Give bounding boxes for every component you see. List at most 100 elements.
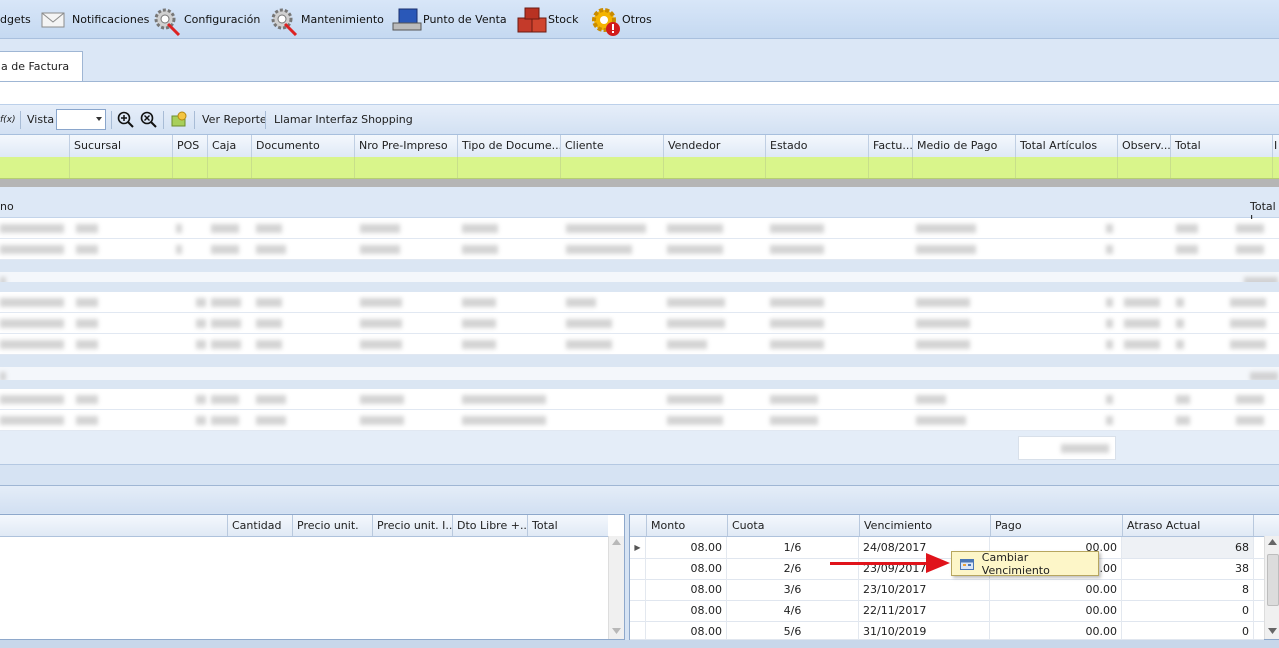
column-header-atraso-actual[interactable]: Atraso Actual <box>1122 515 1254 536</box>
filter-cell[interactable] <box>70 157 173 178</box>
ver-reporte-button[interactable]: Ver Reporte <box>202 105 267 134</box>
column-header-pago[interactable]: Pago <box>990 515 1122 536</box>
cell-pago[interactable]: 00.00 <box>990 579 1122 600</box>
cell-monto[interactable]: 08.00 <box>646 621 727 639</box>
column-header-precio-unit-iva[interactable]: Precio unit. I... <box>372 515 452 536</box>
vista-select[interactable] <box>56 109 106 130</box>
column-header-total[interactable]: Total <box>1171 135 1273 157</box>
table-row[interactable] <box>0 335 1279 355</box>
column-header-tipo-documento[interactable]: Tipo de Docume... <box>458 135 561 157</box>
column-header-cliente[interactable]: Cliente <box>561 135 664 157</box>
column-header-cuota[interactable]: Cuota <box>727 515 859 536</box>
column-header-nro-pre-impreso[interactable]: Nro Pre-Impreso <box>355 135 458 157</box>
filter-cell[interactable] <box>1016 157 1118 178</box>
column-header-vendedor[interactable]: Vendedor <box>664 135 766 157</box>
column-header-factura[interactable]: Factu... <box>869 135 913 157</box>
table-row[interactable]: 08.00 5/6 31/10/2019 00.00 0 <box>630 621 1264 640</box>
menu-otros[interactable]: Otros <box>590 0 652 38</box>
cell-pago[interactable]: 00.00 <box>990 621 1122 639</box>
menu-mantenimiento[interactable]: Mantenimiento <box>269 0 384 38</box>
filter-cell[interactable] <box>208 157 252 178</box>
zoom-in-button[interactable] <box>117 105 135 134</box>
column-header-precio-unit[interactable]: Precio unit. <box>292 515 372 536</box>
vertical-scrollbar[interactable] <box>1264 536 1279 639</box>
table-row[interactable] <box>0 314 1279 334</box>
cell-atraso[interactable]: 8 <box>1122 579 1254 600</box>
menu-punto-de-venta[interactable]: Punto de Venta <box>391 0 507 38</box>
cell-atraso[interactable]: 38 <box>1122 558 1254 579</box>
filter-cell[interactable] <box>252 157 355 178</box>
menu-notificaciones[interactable]: Notificaciones <box>40 0 149 38</box>
formula-button[interactable]: f(x) <box>0 105 16 134</box>
zoom-reset-button[interactable] <box>140 105 158 134</box>
vertical-scrollbar[interactable] <box>608 536 624 639</box>
table-row[interactable]: 08.00 4/6 22/11/2017 00.00 0 <box>630 600 1264 622</box>
filter-cell[interactable] <box>869 157 913 178</box>
column-header-total[interactable]: Total <box>527 515 608 536</box>
cell-monto[interactable]: 08.00 <box>646 600 727 621</box>
group-header-row[interactable]: no Total I <box>0 187 1279 226</box>
export-button[interactable] <box>170 105 188 134</box>
cell-atraso[interactable]: 0 <box>1122 621 1254 639</box>
filter-cell[interactable] <box>766 157 869 178</box>
table-row[interactable]: 08.00 3/6 23/10/2017 00.00 8 <box>630 579 1264 601</box>
grid-footer-summary <box>0 431 1279 465</box>
table-row[interactable] <box>0 219 1279 239</box>
menu-stock[interactable]: Stock <box>516 0 578 38</box>
filter-cell[interactable] <box>913 157 1016 178</box>
cell-vencimiento[interactable]: 22/11/2017 <box>859 600 990 621</box>
scroll-down-icon[interactable] <box>612 628 621 634</box>
redacted-cell <box>1236 224 1264 233</box>
filter-cell[interactable] <box>458 157 561 178</box>
filter-cell[interactable] <box>355 157 458 178</box>
column-header-overflow[interactable]: I <box>1273 135 1279 157</box>
table-row[interactable] <box>0 390 1279 410</box>
column-header-pos[interactable]: POS <box>173 135 208 157</box>
llamar-interfaz-shopping-button[interactable]: Llamar Interfaz Shopping <box>274 105 413 134</box>
tab-factura[interactable]: a de Factura <box>0 51 83 81</box>
cell-vencimiento[interactable]: 31/10/2019 <box>859 621 990 639</box>
scroll-down-icon[interactable] <box>1268 628 1277 634</box>
redacted-cell <box>566 298 596 307</box>
table-row[interactable] <box>0 293 1279 313</box>
table-row[interactable] <box>0 411 1279 431</box>
menu-configuracion[interactable]: Configuración <box>152 0 260 38</box>
column-header-hidden[interactable] <box>0 135 70 157</box>
column-header-vencimiento[interactable]: Vencimiento <box>859 515 990 536</box>
filter-cell[interactable] <box>1118 157 1171 178</box>
filter-cell[interactable] <box>173 157 208 178</box>
column-header-observaciones[interactable]: Observ... <box>1118 135 1171 157</box>
cell-vencimiento[interactable]: 23/10/2017 <box>859 579 990 600</box>
column-header-total-articulos[interactable]: Total Artículos <box>1016 135 1118 157</box>
cell-pago[interactable]: 00.00 <box>990 600 1122 621</box>
column-header-cantidad[interactable]: Cantidad <box>227 515 292 536</box>
cell-monto[interactable]: 08.00 <box>646 558 727 579</box>
filter-cell[interactable] <box>1171 157 1273 178</box>
menu-widgets[interactable]: dgets <box>0 0 31 38</box>
cell-atraso[interactable]: 68 <box>1122 537 1254 558</box>
table-row[interactable] <box>0 240 1279 260</box>
scroll-up-icon[interactable] <box>612 539 621 545</box>
cell-cuota[interactable]: 3/6 <box>727 579 859 600</box>
scroll-up-icon[interactable] <box>1268 539 1277 545</box>
column-header-caja[interactable]: Caja <box>208 135 252 157</box>
column-header-medio-de-pago[interactable]: Medio de Pago <box>913 135 1016 157</box>
filter-cell[interactable] <box>664 157 766 178</box>
column-header-sucursal[interactable]: Sucursal <box>70 135 173 157</box>
cell-cuota[interactable]: 4/6 <box>727 600 859 621</box>
cell-monto[interactable]: 08.00 <box>646 537 727 558</box>
cell-cuota[interactable]: 1/6 <box>727 537 859 558</box>
column-header-estado[interactable]: Estado <box>766 135 869 157</box>
filter-cell[interactable] <box>561 157 664 178</box>
cell-monto[interactable]: 08.00 <box>646 579 727 600</box>
column-header-documento[interactable]: Documento <box>252 135 355 157</box>
scrollbar-thumb[interactable] <box>1267 554 1279 606</box>
column-header-dto-libre[interactable]: Dto Libre +... <box>452 515 527 536</box>
cell-cuota[interactable]: 5/6 <box>727 621 859 639</box>
redacted-cell <box>0 340 64 349</box>
filter-cell[interactable] <box>0 157 70 178</box>
context-menu-item-cambiar-vencimiento[interactable]: Cambiar Vencimiento <box>952 551 1098 577</box>
column-header-monto[interactable]: Monto <box>646 515 727 536</box>
cell-atraso[interactable]: 0 <box>1122 600 1254 621</box>
auto-filter-row[interactable] <box>0 157 1279 179</box>
